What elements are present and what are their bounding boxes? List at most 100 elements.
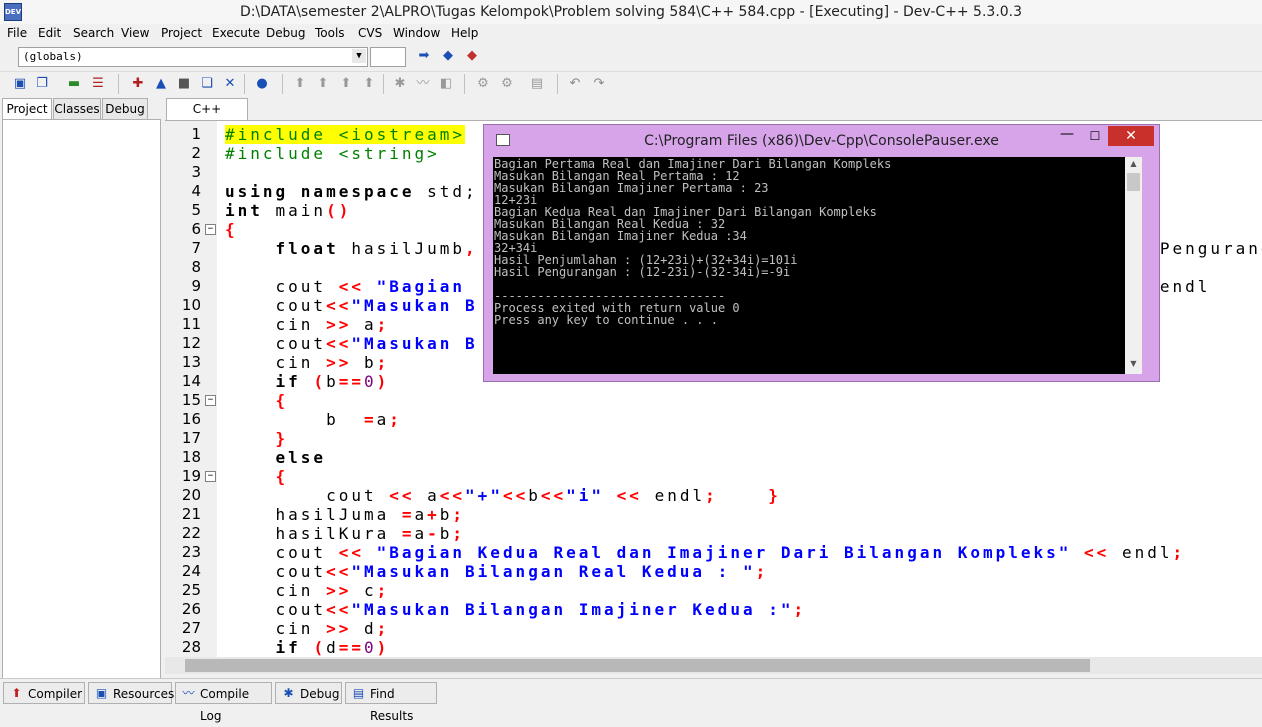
- toggle-uncomment-icon[interactable]: ⬆: [361, 76, 377, 92]
- debug-run-icon[interactable]: ✱: [392, 76, 408, 92]
- compile-icon[interactable]: ⚙: [475, 76, 491, 92]
- editor-horizontal-scrollbar[interactable]: [165, 657, 1262, 674]
- code-line[interactable]: 25 cin >> c;: [165, 581, 1262, 600]
- undo-icon[interactable]: ↶: [567, 76, 583, 92]
- code-line[interactable]: 20 cout << a<<"+"<<b<<"i" << endl; }: [165, 486, 1262, 505]
- code-token: <<: [326, 296, 352, 315]
- code-token: ;: [376, 581, 390, 600]
- code-token: {: [275, 391, 289, 410]
- scope-select[interactable]: (globals) ▼: [18, 47, 368, 67]
- chevron-down-icon[interactable]: ▼: [352, 49, 366, 63]
- function-select[interactable]: [370, 47, 406, 67]
- project-browser[interactable]: [2, 119, 161, 679]
- code-token: cout: [225, 296, 327, 315]
- menu-view[interactable]: View: [121, 26, 149, 40]
- goto-icon[interactable]: ➡: [416, 48, 432, 64]
- code-line[interactable]: 26 cout<<"Masukan Bilangan Imajiner Kedu…: [165, 600, 1262, 619]
- console-output[interactable]: Bagian Pertama Real dan Imajiner Dari Bi…: [493, 157, 1141, 374]
- list-icon[interactable]: ☰: [90, 76, 106, 92]
- code-token: d: [326, 638, 339, 657]
- menu-bar: File Edit Search View Project Execute De…: [0, 24, 1262, 43]
- line-number: 14: [181, 372, 201, 390]
- code-token: else: [275, 448, 327, 467]
- line-number: 15: [181, 391, 201, 409]
- tab-compile-log[interactable]: 〰 Compile Log: [175, 682, 272, 723]
- code-text: {: [225, 220, 238, 239]
- line-number: 3: [191, 163, 201, 181]
- tab-find-results[interactable]: ▤ Find Results: [345, 682, 437, 723]
- tab-compiler[interactable]: ⬆ Compiler: [3, 682, 85, 704]
- menu-debug[interactable]: Debug: [266, 26, 305, 40]
- menu-tools[interactable]: Tools: [315, 26, 345, 40]
- bookmark-add-icon[interactable]: ◆: [440, 48, 456, 64]
- toggle-comment-icon[interactable]: ⬆: [338, 76, 354, 92]
- open-file-icon[interactable]: ▲: [153, 76, 169, 92]
- scroll-up-icon[interactable]: ▲: [1127, 159, 1140, 171]
- scrollbar-thumb[interactable]: [1127, 173, 1140, 191]
- save-icon[interactable]: ■: [176, 76, 192, 92]
- console-title-bar[interactable]: C:\Program Files (x86)\Dev-Cpp\ConsolePa…: [484, 125, 1159, 155]
- code-text: cin >> d;: [225, 619, 389, 638]
- code-line[interactable]: 21 hasilJuma =a+b;: [165, 505, 1262, 524]
- tab-label: Debug: [300, 687, 340, 701]
- code-line[interactable]: 19− {: [165, 467, 1262, 486]
- console-vertical-scrollbar[interactable]: ▲ ▼: [1125, 157, 1142, 374]
- scroll-down-icon[interactable]: ▼: [1127, 359, 1140, 371]
- tab-classes[interactable]: Classes: [53, 98, 101, 120]
- console-window[interactable]: C:\Program Files (x86)\Dev-Cpp\ConsolePa…: [483, 124, 1160, 382]
- fold-toggle-icon[interactable]: −: [205, 395, 216, 406]
- menu-edit[interactable]: Edit: [38, 26, 61, 40]
- code-line[interactable]: 27 cin >> d;: [165, 619, 1262, 638]
- new-file-icon[interactable]: ✚: [130, 76, 146, 92]
- tab-resources[interactable]: ▣ Resources: [88, 682, 174, 704]
- code-line[interactable]: 17 }: [165, 429, 1262, 448]
- code-line[interactable]: 23 cout << "Bagian Kedua Real dan Imajin…: [165, 543, 1262, 562]
- save-all-icon[interactable]: ❏: [199, 76, 215, 92]
- minimize-button[interactable]: —: [1054, 127, 1080, 145]
- menu-window[interactable]: Window: [393, 26, 440, 40]
- close-button[interactable]: ✕: [1108, 126, 1154, 146]
- menu-execute[interactable]: Execute: [212, 26, 260, 40]
- redo-icon[interactable]: ↷: [591, 76, 607, 92]
- tab-project[interactable]: Project: [2, 98, 52, 120]
- maximize-button[interactable]: ☐: [1082, 127, 1108, 145]
- code-line[interactable]: 18 else: [165, 448, 1262, 467]
- new-project-icon[interactable]: ▣: [12, 76, 28, 92]
- code-token: <<: [326, 562, 352, 581]
- run-icon[interactable]: ⚙: [499, 76, 515, 92]
- stop-icon[interactable]: ◧: [438, 76, 454, 92]
- code-line[interactable]: 22 hasilKura =a-b;: [165, 524, 1262, 543]
- menu-help[interactable]: Help: [451, 26, 478, 40]
- code-token: endl: [654, 486, 706, 505]
- tab-editor-file[interactable]: C++ 584.cpp: [166, 98, 248, 136]
- line-number: 22: [181, 524, 201, 542]
- menu-project[interactable]: Project: [161, 26, 202, 40]
- window-title: D:\DATA\semester 2\ALPRO\Tugas Kelompok\…: [239, 4, 1023, 20]
- menu-file[interactable]: File: [7, 26, 27, 40]
- unindent-icon[interactable]: ⬆: [315, 76, 331, 92]
- tab-debug-output[interactable]: ✱ Debug: [275, 682, 342, 704]
- menu-cvs[interactable]: CVS: [358, 26, 382, 40]
- profile-icon[interactable]: ▤: [529, 76, 545, 92]
- tab-debug[interactable]: Debug: [102, 98, 148, 120]
- code-line[interactable]: 16 b =a;: [165, 410, 1262, 429]
- fold-toggle-icon[interactable]: −: [205, 471, 216, 482]
- scrollbar-thumb[interactable]: [185, 659, 1090, 672]
- code-token: b: [225, 410, 364, 429]
- options-icon[interactable]: ▬: [66, 76, 82, 92]
- open-project-icon[interactable]: ❐: [34, 76, 50, 92]
- code-token: if: [275, 638, 314, 657]
- step-icon[interactable]: 〰: [415, 76, 431, 92]
- code-line[interactable]: 15− {: [165, 391, 1262, 410]
- code-token: a: [363, 315, 377, 334]
- fold-toggle-icon[interactable]: −: [205, 224, 216, 235]
- code-token: <<: [326, 334, 352, 353]
- close-file-icon[interactable]: ✕: [222, 76, 238, 92]
- bookmark-remove-icon[interactable]: ◆: [464, 48, 480, 64]
- code-line[interactable]: 28 if (d==0): [165, 638, 1262, 657]
- indent-icon[interactable]: ⬆: [292, 76, 308, 92]
- menu-search[interactable]: Search: [73, 26, 114, 40]
- print-icon[interactable]: ●: [254, 76, 270, 92]
- code-token: hasilJuma: [225, 505, 402, 524]
- code-line[interactable]: 24 cout<<"Masukan Bilangan Real Kedua : …: [165, 562, 1262, 581]
